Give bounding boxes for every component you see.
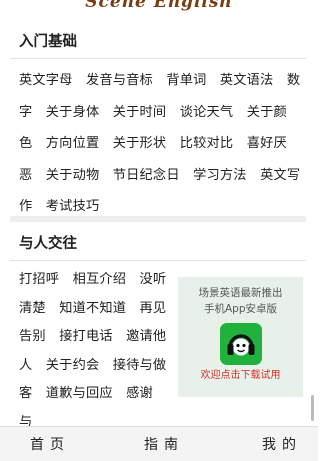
app-logo-text: Scene English <box>85 0 233 12</box>
topic-link[interactable]: 比较对比 <box>180 136 234 151</box>
topic-list: 英文字母 发音与音标 背单词 英文语法 数字 关于身体 关于时间 谈论天气 关于… <box>19 65 302 223</box>
topic-link[interactable]: 背单词 <box>166 73 206 88</box>
topic-link[interactable]: 关于时间 <box>113 105 167 120</box>
section-social: 与人交往 打招呼 相互介绍 没听清楚 知道不知道 再见告别 接打电话 邀请他人 … <box>0 222 318 430</box>
topic-link[interactable]: 谈论天气 <box>180 105 234 120</box>
promo-line-2: 手机App安卓版 <box>203 303 277 315</box>
topic-link[interactable]: 英文字母 <box>19 73 73 88</box>
section-divider <box>10 260 306 261</box>
topic-link[interactable]: 节日纪念日 <box>113 168 180 183</box>
nav-guide[interactable]: 指南 <box>144 434 184 454</box>
logo-banner: Scene English <box>0 0 318 20</box>
promo-line-1: 场景英语最新推出 <box>198 287 283 299</box>
topic-link[interactable]: 相互介绍 <box>73 272 127 287</box>
topic-link[interactable]: 关于约会 <box>46 358 100 373</box>
topic-link[interactable]: 考试技巧 <box>46 199 100 214</box>
scrollbar-thumb[interactable] <box>311 395 314 421</box>
nav-mine[interactable]: 我的 <box>262 434 302 454</box>
section-title: 入门基础 <box>19 34 77 50</box>
nav-home[interactable]: 首页 <box>30 434 70 454</box>
section-basics: 入门基础 英文字母 发音与音标 背单词 英文语法 数字 关于身体 关于时间 谈论… <box>0 20 318 216</box>
section-title: 与人交往 <box>19 236 77 252</box>
topic-link[interactable]: 发音与音标 <box>86 73 153 88</box>
topic-link[interactable]: 方向位置 <box>46 136 100 151</box>
topic-link[interactable]: 接打电话 <box>59 329 113 344</box>
topic-link[interactable]: 道歉与回应 <box>46 386 113 401</box>
app-promo-banner[interactable]: 场景英语最新推出 手机App安卓版 欢迎点击下载试用 <box>178 277 303 397</box>
topic-link[interactable]: 知道不知道 <box>59 301 126 316</box>
section-divider <box>10 58 306 59</box>
topic-link[interactable]: 英文语法 <box>220 73 274 88</box>
headphones-robot-icon <box>219 323 262 365</box>
promo-download-link[interactable]: 欢迎点击下载试用 <box>178 369 303 383</box>
topic-link[interactable]: 关于动物 <box>46 168 100 183</box>
topic-link[interactable]: 关于身体 <box>46 105 100 120</box>
topic-list: 打招呼 相互介绍 没听清楚 知道不知道 再见告别 接打电话 邀请他人 关于约会 … <box>19 266 167 437</box>
topic-link[interactable]: 关于形状 <box>113 136 167 151</box>
topic-link[interactable]: 学习方法 <box>193 168 247 183</box>
bottom-nav: 首页 指南 我的 <box>0 426 318 461</box>
topic-link[interactable]: 打招呼 <box>19 272 59 287</box>
